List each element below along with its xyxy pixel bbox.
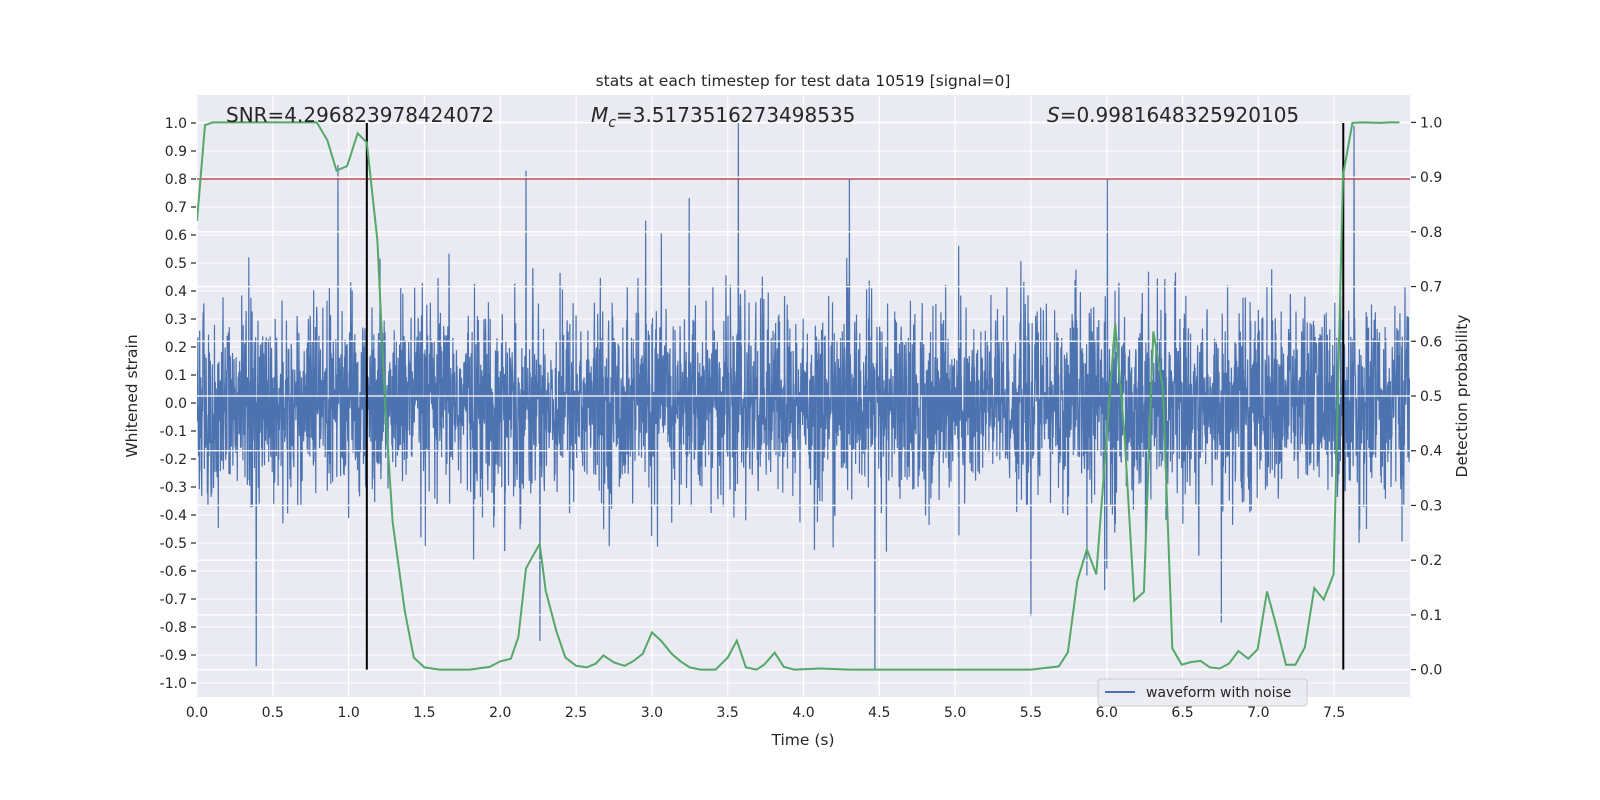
x-tick-label: 2.5 bbox=[565, 705, 587, 721]
y-tick-label-right: 0.5 bbox=[1420, 389, 1442, 405]
legend: waveform with noise bbox=[1097, 678, 1308, 707]
y-tick-label: 0.2 bbox=[165, 340, 187, 356]
y-ticks-left: -1.0 -0.9 -0.8 -0.7 -0.6 -0.5 -0.4 -0.3 -0.2 -0.1… bbox=[160, 116, 196, 692]
mc-value: =3.5173516273498535 bbox=[616, 103, 855, 127]
y-axis-label-left: Whitened strain bbox=[123, 334, 141, 457]
y-tick-label: -0.3 bbox=[160, 480, 187, 496]
y-tick-label: 0.4 bbox=[165, 284, 187, 300]
y-tick-label: -0.2 bbox=[160, 452, 187, 468]
y-tick-label: -0.1 bbox=[160, 424, 187, 440]
x-tick-label: 4.0 bbox=[792, 705, 814, 721]
x-tick-label: 4.5 bbox=[868, 705, 890, 721]
y-tick-label-right: 0.9 bbox=[1420, 170, 1442, 186]
x-axis-label: Time (s) bbox=[770, 731, 834, 749]
y-axis-label-right: Detection probability bbox=[1453, 315, 1471, 478]
y-tick-label: 0.0 bbox=[165, 396, 187, 412]
x-tick-label: 1.0 bbox=[337, 705, 359, 721]
chart: 0.0 0.5 1.0 1.5 2.0 2.5 3.0 3.5 4.0 4.5 5.0 5.5 6.0 6… bbox=[123, 72, 1471, 749]
y-tick-label: -0.4 bbox=[160, 508, 187, 524]
x-tick-label: 5.0 bbox=[944, 705, 966, 721]
y-tick-label: -1.0 bbox=[160, 676, 187, 692]
y-tick-label-right: 0.8 bbox=[1420, 225, 1442, 241]
x-tick-label: 5.5 bbox=[1020, 705, 1042, 721]
y-tick-label: -0.8 bbox=[160, 620, 187, 636]
y-tick-label: 0.5 bbox=[165, 256, 187, 272]
y-tick-label: 1.0 bbox=[165, 116, 187, 132]
y-tick-label-right: 0.3 bbox=[1420, 498, 1442, 514]
mc-symbol: M bbox=[591, 103, 608, 127]
y-tick-label: 0.3 bbox=[165, 312, 187, 328]
x-tick-label: 7.5 bbox=[1323, 705, 1345, 721]
y-tick-label-right: 0.1 bbox=[1420, 608, 1442, 624]
x-tick-label: 3.0 bbox=[641, 705, 663, 721]
y-tick-label: -0.5 bbox=[160, 536, 187, 552]
x-tick-label: 7.0 bbox=[1247, 705, 1269, 721]
y-tick-label: 0.1 bbox=[165, 368, 187, 384]
x-tick-label: 2.0 bbox=[489, 705, 511, 721]
y-tick-label-right: 0.0 bbox=[1420, 663, 1442, 679]
x-tick-label: 1.5 bbox=[413, 705, 435, 721]
y-tick-label: -0.6 bbox=[160, 564, 187, 580]
annotation-mc: Mc=3.5173516273498535 bbox=[591, 103, 855, 131]
annotation-snr: SNR=4.296823978424072 bbox=[226, 103, 494, 127]
legend-label-waveform: waveform with noise bbox=[1146, 685, 1291, 701]
y-tick-label: 0.6 bbox=[165, 228, 187, 244]
annotation-s: S=0.9981648325920105 bbox=[1047, 103, 1299, 127]
s-value: =0.9981648325920105 bbox=[1060, 103, 1299, 127]
y-tick-label: 0.8 bbox=[165, 172, 187, 188]
y-tick-label: -0.7 bbox=[160, 592, 187, 608]
y-ticks-right: 0.0 0.1 0.2 0.3 0.4 0.5 0.6 0.7 0.8 0.9 1.0 bbox=[1411, 115, 1442, 679]
y-tick-label-right: 0.6 bbox=[1420, 334, 1442, 350]
y-tick-label-right: 1.0 bbox=[1420, 115, 1442, 131]
x-tick-label: 6.5 bbox=[1171, 705, 1193, 721]
y-tick-label-right: 0.4 bbox=[1420, 444, 1442, 460]
y-tick-label: 0.7 bbox=[165, 200, 187, 216]
x-tick-label: 3.5 bbox=[717, 705, 739, 721]
x-tick-label: 0.0 bbox=[186, 705, 208, 721]
y-tick-label: -0.9 bbox=[160, 648, 187, 664]
x-ticks: 0.0 0.5 1.0 1.5 2.0 2.5 3.0 3.5 4.0 4.5 5.0 5.5 6.0 6… bbox=[186, 705, 1345, 721]
s-symbol: S bbox=[1047, 103, 1060, 127]
x-tick-label: 6.0 bbox=[1096, 705, 1118, 721]
y-tick-label: 0.9 bbox=[165, 144, 187, 160]
x-tick-label: 0.5 bbox=[262, 705, 284, 721]
chart-title: stats at each timestep for test data 105… bbox=[596, 72, 1011, 90]
y-tick-label-right: 0.2 bbox=[1420, 553, 1442, 569]
y-tick-label-right: 0.7 bbox=[1420, 280, 1442, 296]
